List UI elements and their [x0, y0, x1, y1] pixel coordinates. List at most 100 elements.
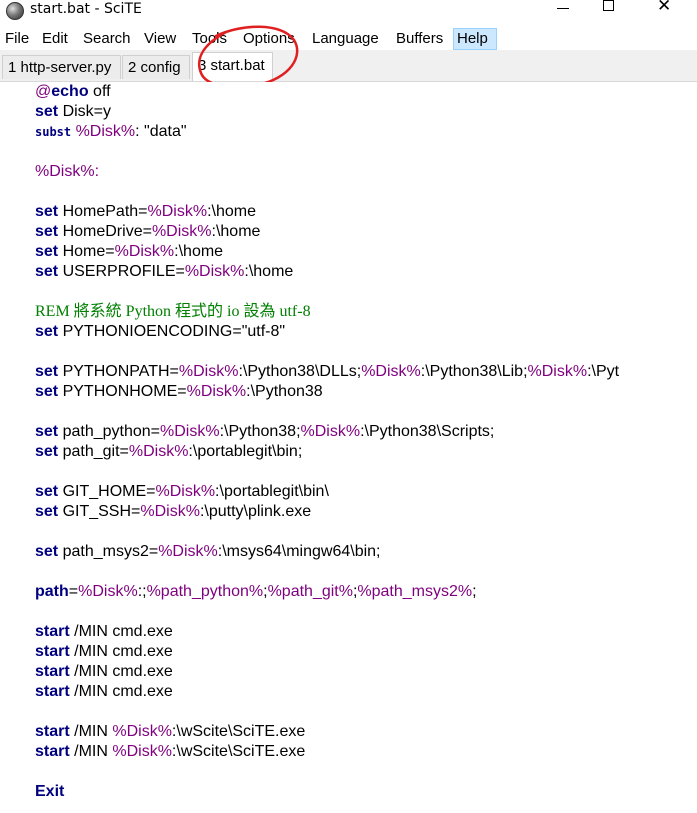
window-title: start.bat - SciTE [30, 1, 142, 17]
code-line: set HomeDrive=%Disk%:\home [35, 222, 697, 242]
code-text: PYTHONIOENCODING="utf-8" [58, 323, 286, 340]
code-keyword: set [35, 543, 59, 560]
code-line: start /MIN cmd.exe [35, 622, 697, 642]
code-text: HomePath= [58, 203, 148, 220]
code-keyword: start [35, 683, 70, 700]
code-keyword: set [35, 103, 59, 120]
code-text: USERPROFILE= [58, 263, 185, 280]
code-text: HomeDrive= [58, 223, 152, 240]
code-text: PYTHONPATH= [58, 363, 179, 380]
code-variable: %Disk% [158, 543, 218, 560]
code-text: GIT_SSH= [58, 503, 141, 520]
code-keyword: set [35, 503, 59, 520]
code-variable: %Disk% [35, 163, 95, 180]
code-text: GIT_HOME= [58, 483, 156, 500]
code-text: :\Python38; [219, 423, 301, 440]
menu-options[interactable]: Options [240, 28, 298, 50]
code-text: ; [472, 583, 477, 600]
tab-config[interactable]: 2 config [122, 55, 190, 79]
code-text: :\putty\plink.exe [199, 503, 312, 520]
title-bar[interactable]: start.bat - SciTE ✕ [0, 0, 697, 28]
code-text: :\portablegit\bin\ [215, 483, 329, 500]
code-variable: %Disk% [527, 363, 588, 380]
code-line: set path_git=%Disk%:\portablegit\bin; [35, 442, 697, 462]
code-line: set USERPROFILE=%Disk%:\home [35, 262, 697, 282]
code-text: :; [137, 583, 147, 600]
maximize-icon [603, 0, 614, 11]
menu-edit[interactable]: Edit [39, 28, 71, 50]
code-line: set path_msys2=%Disk%:\msys64\mingw64\bi… [35, 542, 697, 562]
code-keyword: set [35, 263, 59, 280]
menu-buffers[interactable]: Buffers [393, 28, 446, 50]
code-text: PYTHONHOME= [58, 383, 187, 400]
maximize-button[interactable] [586, 0, 632, 28]
editor-pane[interactable]: @echo off set Disk=y subst %Disk%: "data" … [0, 82, 697, 813]
code-keyword: set [35, 483, 59, 500]
code-keyword: path [35, 583, 69, 600]
code-text[interactable]: @echo off set Disk=y subst %Disk%: "data" … [35, 82, 697, 802]
code-variable: %Disk% [178, 363, 239, 380]
code-variable: %path_git% [267, 583, 353, 600]
code-variable: %Disk% [186, 383, 247, 400]
code-line: start /MIN cmd.exe [35, 682, 697, 702]
code-line: Exit [35, 782, 697, 802]
code-text: :\wScite\SciTE.exe [171, 723, 306, 740]
code-line: set GIT_HOME=%Disk%:\portablegit\bin\ [35, 482, 697, 502]
menu-file[interactable]: File [2, 28, 32, 50]
code-text: :\Python38\DLLs; [238, 363, 362, 380]
code-variable: %Disk% [300, 423, 361, 440]
code-variable: %Disk% [112, 743, 172, 760]
minimize-icon [557, 8, 569, 9]
code-line: subst %Disk%: "data" [35, 122, 697, 142]
scite-app-icon [6, 2, 24, 20]
code-keyword: set [35, 443, 59, 460]
code-line: set Home=%Disk%:\home [35, 242, 697, 262]
code-text: :\msys64\mingw64\bin; [217, 543, 381, 560]
menu-tools[interactable]: Tools [189, 28, 230, 50]
code-text: :\home [244, 263, 294, 280]
code-text: /MIN [69, 743, 113, 760]
code-text: :\Pyt [587, 363, 620, 380]
code-line: set HomePath=%Disk%:\home [35, 202, 697, 222]
code-line: start /MIN cmd.exe [35, 642, 697, 662]
code-keyword: start [35, 623, 70, 640]
code-line: set PYTHONPATH=%Disk%:\Python38\DLLs;%Di… [35, 362, 697, 382]
close-button[interactable]: ✕ [645, 0, 691, 28]
tab-start-bat[interactable]: 3 start.bat [192, 52, 273, 81]
code-keyword: start [35, 723, 70, 740]
code-keyword: set [35, 383, 59, 400]
code-line: path=%Disk%:;%path_python%;%path_git%;%p… [35, 582, 697, 602]
code-line: set PYTHONHOME=%Disk%:\Python38 [35, 382, 697, 402]
code-line: set GIT_SSH=%Disk%:\putty\plink.exe [35, 502, 697, 522]
menu-view[interactable]: View [141, 28, 179, 50]
code-variable: %Disk% [140, 503, 200, 520]
code-keyword: set [35, 423, 59, 440]
code-line: @echo off [35, 82, 697, 102]
code-line: start /MIN cmd.exe [35, 662, 697, 682]
tab-http-server[interactable]: 1 http-server.py [2, 55, 121, 79]
code-comment: REM 將系統 Python 程式的 io 設為 utf-8 [35, 303, 311, 320]
menu-language[interactable]: Language [309, 28, 382, 50]
code-keyword: set [35, 243, 59, 260]
code-line: start /MIN %Disk%:\wScite\SciTE.exe [35, 742, 697, 762]
code-variable: %Disk% [361, 363, 421, 380]
menu-search[interactable]: Search [80, 28, 134, 50]
code-keyword: set [35, 363, 59, 380]
code-text: path_git= [58, 443, 129, 460]
code-text: /MIN [69, 723, 113, 740]
code-variable: %Disk% [160, 423, 220, 440]
code-text: :\home [174, 243, 224, 260]
minimize-button[interactable] [540, 0, 586, 28]
code-text: Disk=y [58, 103, 112, 120]
menu-help[interactable]: Help [453, 28, 497, 50]
code-text: = [68, 583, 79, 600]
code-keyword: set [35, 323, 59, 340]
code-variable: %Disk% [155, 483, 216, 500]
